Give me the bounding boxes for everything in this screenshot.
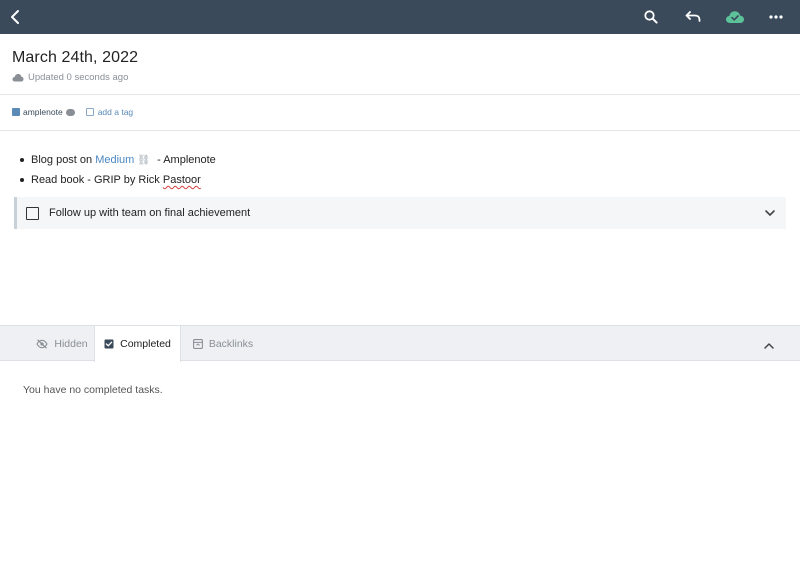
cloud-check-icon [726,11,744,23]
tab-backlinks[interactable]: Backlinks [190,326,256,361]
note-title[interactable]: March 24th, 2022 [12,49,138,67]
search-icon [644,10,658,24]
search-button[interactable] [640,0,662,34]
bottom-tab-bar: Hidden Completed Backlinks [0,325,800,362]
medium-link[interactable]: Medium [95,154,134,166]
top-toolbar [0,0,800,34]
collapse-panel-button[interactable] [763,338,775,356]
tab-label: Hidden [54,337,88,350]
divider [0,130,800,131]
empty-state-text: You have no completed tasks. [23,384,163,396]
undo-button[interactable] [682,0,704,34]
bullet-icon [20,178,24,182]
list-item[interactable]: Blog post on Medium ⛓ - Amplenote [20,154,216,166]
checkbox-icon [104,339,114,349]
sync-status-button[interactable] [723,0,747,34]
tab-label: Backlinks [208,337,254,350]
chevron-up-icon [764,343,774,349]
chevron-down-icon [765,210,775,216]
updated-text: Updated 0 seconds ago [28,72,129,83]
tag-chip[interactable]: amplenote [12,105,75,117]
list-item-text: Blog post on [31,154,96,166]
task-text[interactable]: Follow up with team on final achievement [49,207,250,219]
tag-row: amplenote add a tag [12,105,134,117]
add-tag-button[interactable]: add a tag [85,107,134,117]
cloud-icon [12,74,24,82]
chevron-left-icon [11,10,19,24]
add-tag-label: add a tag [97,107,134,117]
more-options-button[interactable] [764,0,788,34]
backlink-icon [192,338,203,349]
tab-completed[interactable]: Completed [94,326,181,362]
back-button[interactable] [4,0,26,34]
list-item-text-suffix: - Amplenote [154,154,216,166]
misspelled-word: Pastoor [162,174,201,186]
tag-icon [12,108,20,116]
eye-off-icon [36,338,48,349]
task-expand-button[interactable] [764,206,776,224]
tag-options-icon[interactable] [65,105,75,116]
tab-label: Completed [120,338,171,350]
divider [0,94,800,95]
link-icon: ⛓ [137,154,151,166]
tab-hidden[interactable]: Hidden [30,326,94,361]
task-checkbox[interactable] [26,206,39,220]
list-item[interactable]: Read book - GRIP by Rick Pastoor [20,174,201,186]
undo-icon [685,11,701,22]
tag-label: amplenote [23,107,63,117]
add-tag-icon [85,108,94,116]
list-item-text: Read book - GRIP by Rick [31,174,163,186]
updated-status: Updated 0 seconds ago [12,72,128,83]
bullet-icon [20,158,24,162]
task-item[interactable]: Follow up with team on final achievement [14,197,786,229]
more-horizontal-icon [769,15,783,19]
